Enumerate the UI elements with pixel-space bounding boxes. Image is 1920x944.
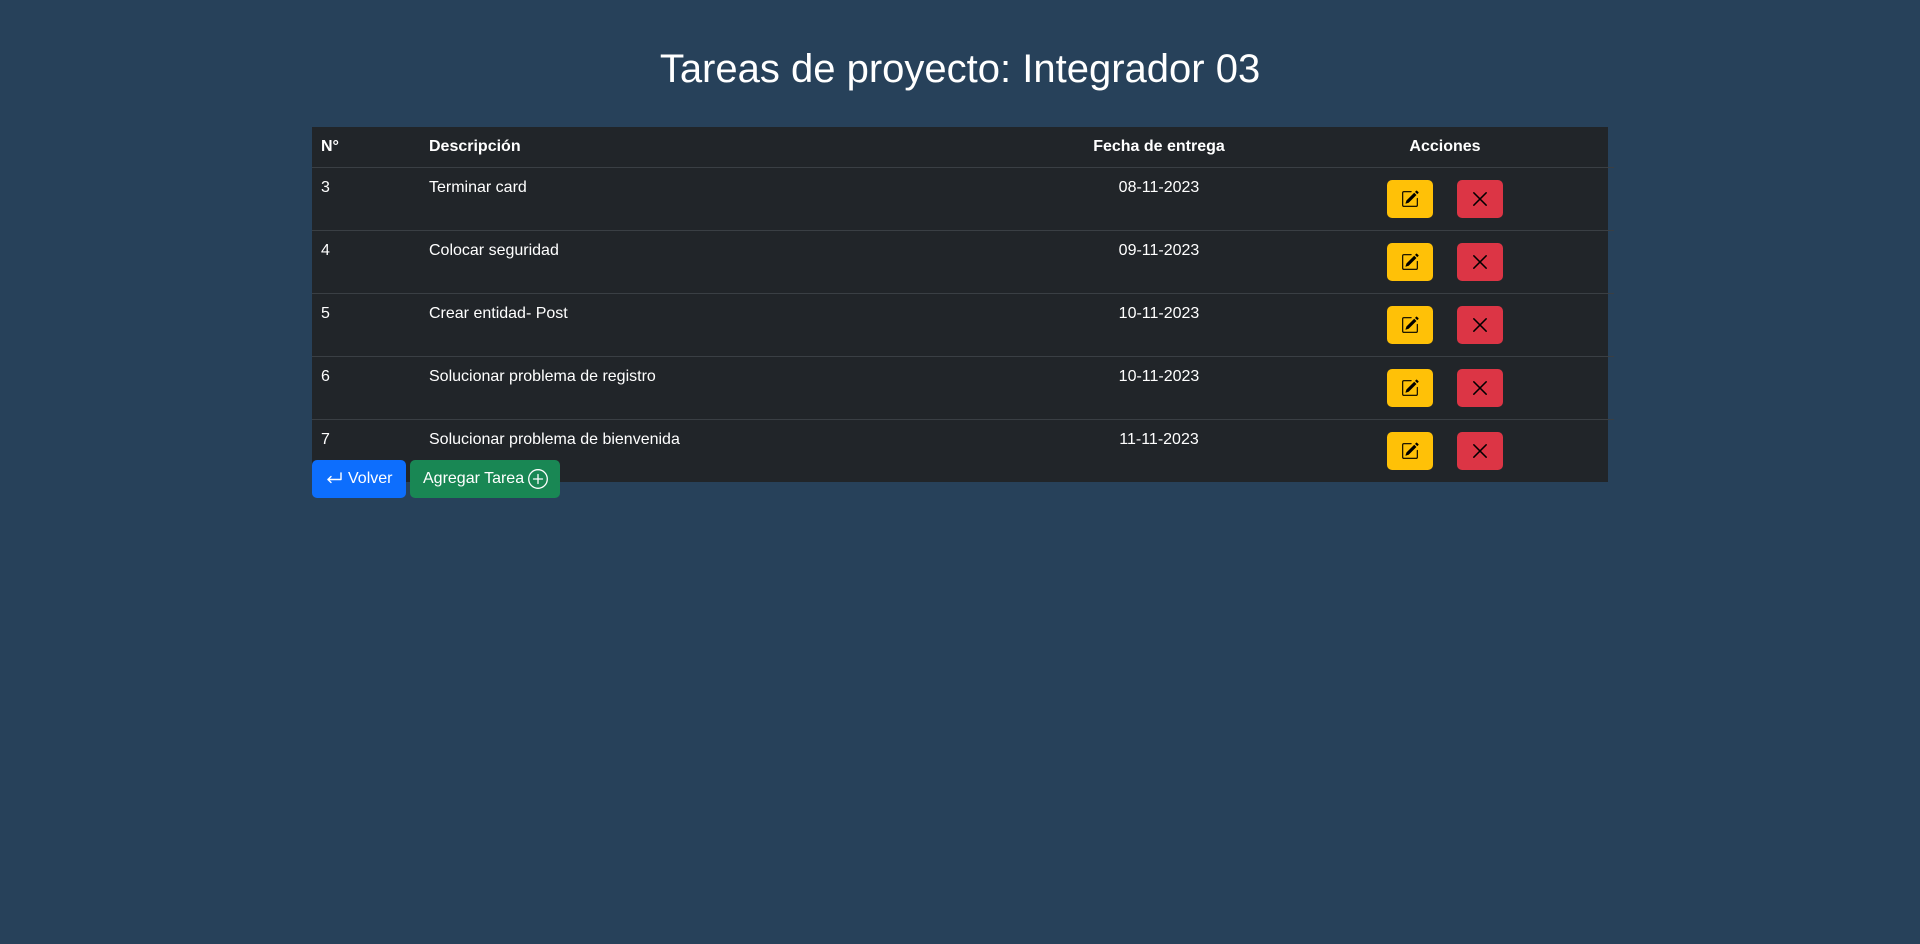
delete-button[interactable] (1457, 180, 1503, 218)
header-due-date: Fecha de entrega (1042, 127, 1276, 168)
delete-button[interactable] (1457, 369, 1503, 407)
tasks-table-container: N° Descripción Fecha de entrega Acciones… (312, 127, 1614, 482)
plus-circle-icon (528, 469, 549, 489)
back-button-label: Volver (348, 470, 393, 487)
x-icon (1473, 444, 1487, 458)
cell-actions (1276, 167, 1614, 231)
add-task-button[interactable]: Agregar Tarea (410, 460, 560, 498)
delete-button[interactable] (1457, 243, 1503, 281)
table-row: 6 Solucionar problema de registro 10-11-… (312, 356, 1614, 420)
table-header: N° Descripción Fecha de entrega Acciones (312, 127, 1614, 168)
header-num: N° (312, 127, 420, 168)
row-actions (1285, 369, 1605, 407)
table-row: 4 Colocar seguridad 09-11-2023 (312, 230, 1614, 294)
add-task-button-label: Agregar Tarea (423, 470, 525, 487)
x-icon (1473, 192, 1487, 206)
tasks-table: N° Descripción Fecha de entrega Acciones… (312, 127, 1614, 482)
delete-button[interactable] (1457, 432, 1503, 470)
edit-button[interactable] (1387, 306, 1433, 344)
cell-description: Crear entidad- Post (420, 293, 1042, 357)
bottom-actions: Volver Agregar Tarea (312, 460, 560, 498)
cell-num: 5 (312, 293, 420, 357)
pencil-square-icon (1402, 379, 1419, 396)
cell-due-date: 11-11-2023 (1119, 431, 1199, 448)
cell-actions (1276, 293, 1614, 357)
x-icon (1473, 318, 1487, 332)
pencil-square-icon (1402, 190, 1419, 207)
delete-button[interactable] (1457, 306, 1503, 344)
edit-button[interactable] (1387, 180, 1433, 218)
cell-due-date: 09-11-2023 (1042, 230, 1276, 294)
cell-due-date: 08-11-2023 (1042, 167, 1276, 231)
cell-num: 3 (312, 167, 420, 231)
edit-button[interactable] (1387, 369, 1433, 407)
edit-button[interactable] (1387, 432, 1433, 470)
edit-button[interactable] (1387, 243, 1433, 281)
table-row: 5 Crear entidad- Post 10-11-2023 (312, 293, 1614, 357)
back-button[interactable]: Volver (312, 460, 406, 498)
cell-actions (1276, 420, 1614, 483)
cell-description: Colocar seguridad (420, 230, 1042, 294)
header-description: Descripción (420, 127, 1042, 168)
cell-due-date: 10-11-2023 (1042, 356, 1276, 420)
pencil-square-icon (1402, 442, 1419, 459)
row-actions (1285, 306, 1605, 344)
table-body: 3 Terminar card 08-11-2023 4 Colocar seg… (312, 167, 1614, 483)
row-actions (1285, 243, 1605, 281)
cell-num: 4 (312, 230, 420, 294)
x-icon (1473, 255, 1487, 269)
header-actions: Acciones (1276, 127, 1614, 168)
pencil-square-icon (1402, 253, 1419, 270)
cell-description: Solucionar problema de registro (420, 356, 1042, 420)
row-actions (1285, 180, 1605, 218)
page-title: Tareas de proyecto: Integrador 03 (659, 47, 1261, 91)
cell-actions (1276, 356, 1614, 420)
cell-description: Terminar card (420, 167, 1042, 231)
table-row: 3 Terminar card 08-11-2023 (312, 167, 1614, 231)
cell-due-date: 10-11-2023 (1042, 293, 1276, 357)
header-row: N° Descripción Fecha de entrega Acciones (312, 127, 1614, 168)
cell-num: 6 (312, 356, 420, 420)
cell-actions (1276, 230, 1614, 294)
pencil-square-icon (1402, 316, 1419, 333)
x-icon (1473, 381, 1487, 395)
row-actions (1285, 432, 1605, 470)
return-arrow-icon (327, 472, 342, 484)
